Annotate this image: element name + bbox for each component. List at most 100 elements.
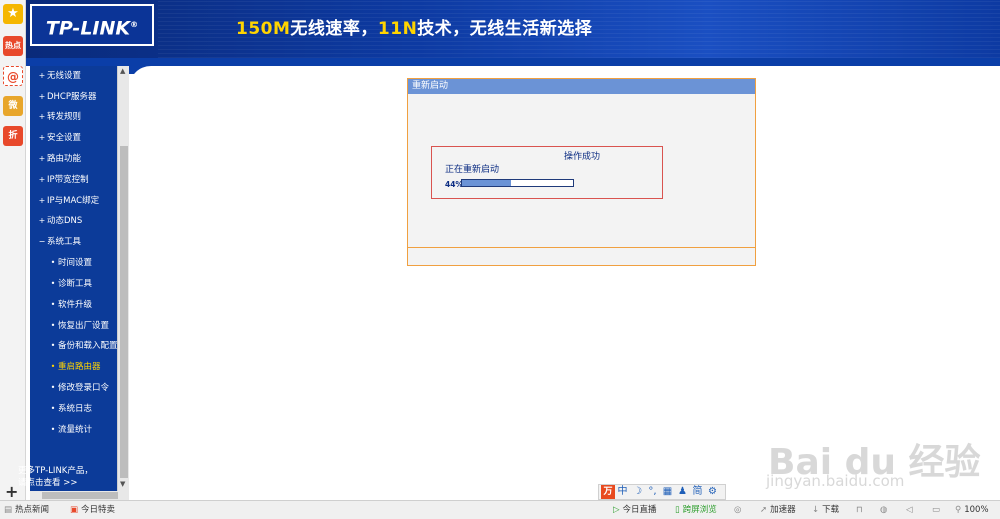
bullet-dot-icon: • — [50, 341, 56, 350]
header-banner: TP-LINK® 150M无线速率，11N技术，无线生活新选择 — [26, 0, 1000, 58]
bullet-dot-icon: • — [50, 321, 56, 330]
nav-item[interactable]: • 重启路由器 — [30, 358, 117, 376]
plus-icon: + — [38, 216, 46, 225]
hot-news-icon[interactable]: 热点 — [3, 36, 23, 56]
nav-item[interactable]: + 动态DNS — [30, 212, 117, 230]
nav-item-label: 流量统计 — [58, 425, 93, 435]
history-icon[interactable]: ◎ — [734, 501, 744, 519]
browser-sidebar: ★ 热点 @ 微 折 + — [0, 0, 26, 501]
hot-news-button[interactable]: ▤ 热点新闻 — [4, 501, 49, 519]
scroll-down-icon[interactable]: ▼ — [120, 480, 125, 488]
progress-fill — [462, 180, 511, 186]
play-icon: ▷ — [613, 505, 620, 515]
nav-horizontal-scrollbar[interactable] — [30, 491, 129, 500]
more-products-link[interactable]: 更多TP-LINK产品， 请点击查看 >> — [18, 465, 116, 489]
nav-item-label: DHCP服务器 — [47, 92, 97, 102]
ime-lang-toggle[interactable]: 中 — [615, 485, 630, 499]
phone-icon: ▯ — [675, 505, 680, 515]
split-view-icon[interactable]: ⊓ — [856, 501, 866, 519]
add-icon[interactable]: + — [5, 482, 18, 501]
scroll-up-icon[interactable]: ▲ — [120, 67, 125, 75]
nav-item-label: IP与MAC绑定 — [47, 196, 100, 206]
nav-item[interactable]: • 诊断工具 — [30, 275, 117, 293]
browser-status-bar: ▤ 热点新闻 ▣ 今日特卖 ▷ 今日直播 ▯ 跨屏浏览 ◎ ➚ 加速器 ↓ 下载 ⊓ ◍ ◁… — [0, 500, 1000, 519]
nav-item[interactable]: • 修改登录口令 — [30, 379, 117, 397]
gift-icon: ▣ — [70, 505, 79, 515]
baidu-watermark-url: jingyan.baidu.com — [766, 472, 905, 490]
panel-title: 重新启动 — [408, 79, 755, 94]
progress-bar — [461, 179, 574, 187]
nav-item-label: 系统工具 — [47, 237, 82, 247]
ime-punct-icon[interactable]: °, — [645, 485, 660, 499]
browser-mode-icon[interactable]: ◍ — [880, 501, 890, 519]
plus-icon: + — [38, 92, 46, 101]
bullet-dot-icon: • — [50, 404, 56, 413]
nav-item[interactable]: • 软件升级 — [30, 296, 117, 314]
bullet-dot-icon: • — [50, 258, 56, 267]
ime-keyboard-icon[interactable]: ▦ — [660, 485, 675, 499]
scroll-thumb[interactable] — [120, 146, 128, 478]
banner-slogan: 150M无线速率，11N技术，无线生活新选择 — [236, 19, 593, 39]
brand-logo: TP-LINK® — [30, 4, 154, 46]
rocket-icon: ➚ — [760, 505, 768, 515]
plus-icon: + — [38, 71, 46, 80]
nav-item[interactable]: + DHCP服务器 — [30, 88, 117, 106]
status-box: 操作成功 正在重新启动 44% — [431, 146, 663, 199]
nav-item-label: 时间设置 — [58, 258, 93, 268]
nav-item[interactable]: + 路由功能 — [30, 150, 117, 168]
ime-simplified-toggle[interactable]: 简 — [690, 485, 705, 499]
nav-item[interactable]: + 转发规则 — [30, 108, 117, 126]
panel-footer-divider — [408, 247, 755, 248]
cross-screen-button[interactable]: ▯ 跨屏浏览 — [675, 501, 717, 519]
nav-item-label: 恢复出厂设置 — [58, 321, 110, 331]
ime-settings-icon[interactable]: ⚙ — [705, 485, 720, 499]
nav-item[interactable]: • 恢复出厂设置 — [30, 317, 117, 335]
plus-icon: + — [38, 133, 46, 142]
download-button[interactable]: ↓ 下载 — [812, 501, 839, 519]
nav-item[interactable]: + IP与MAC绑定 — [30, 192, 117, 210]
nav-item-label: 诊断工具 — [58, 279, 93, 289]
download-icon: ↓ — [812, 505, 820, 515]
nav-item[interactable]: • 系统日志 — [30, 400, 117, 418]
live-button[interactable]: ▷ 今日直播 — [613, 501, 657, 519]
nav-item[interactable]: + IP带宽控制 — [30, 171, 117, 189]
nav-item-label: 系统日志 — [58, 404, 93, 414]
weibo-icon[interactable]: 微 — [3, 96, 23, 116]
bullet-dot-icon: • — [50, 300, 56, 309]
nav-item[interactable]: + 无线设置 — [30, 67, 117, 85]
ime-toolbar[interactable]: 万中 ☽ °, ▦ ♟ 简 ⚙ — [598, 484, 726, 500]
nav-item-label: 动态DNS — [47, 216, 83, 226]
plus-icon: + — [38, 112, 46, 121]
zoom-control[interactable]: ⚲ 100% — [955, 501, 989, 519]
bullet-dot-icon: • — [50, 425, 56, 434]
ime-moon-icon[interactable]: ☽ — [630, 485, 645, 499]
mail-icon[interactable]: @ — [3, 66, 23, 86]
nav-item-label: 软件升级 — [58, 300, 93, 310]
nav-item[interactable]: + 安全设置 — [30, 129, 117, 147]
notice-icon[interactable]: ▭ — [932, 501, 943, 519]
nav-item-label: 路由功能 — [47, 154, 82, 164]
plus-icon: + — [38, 196, 46, 205]
sound-icon[interactable]: ◁ — [906, 501, 916, 519]
ime-user-icon[interactable]: ♟ — [675, 485, 690, 499]
nav-item[interactable]: • 时间设置 — [30, 254, 117, 272]
nav-item-label: 重启路由器 — [58, 362, 101, 372]
nav-item[interactable]: • 流量统计 — [30, 421, 117, 439]
nav-item[interactable]: − 系统工具 — [30, 233, 117, 251]
nav-item-label: 安全设置 — [47, 133, 82, 143]
nav-item[interactable]: • 备份和载入配置 — [30, 337, 117, 355]
success-message: 操作成功 — [563, 152, 600, 162]
nav-item-label: 修改登录口令 — [58, 383, 110, 393]
settings-nav: + 无线设置 + DHCP服务器 + 转发规则 + 安全设置 + 路由功能 + IP带宽控制 + IP与M… — [30, 66, 117, 492]
favorites-icon[interactable]: ★ — [3, 4, 23, 24]
nav-item-label: 备份和载入配置 — [58, 341, 117, 351]
hscroll-thumb[interactable] — [42, 492, 118, 499]
accelerator-button[interactable]: ➚ 加速器 — [760, 501, 796, 519]
today-deals-button[interactable]: ▣ 今日特卖 — [70, 501, 115, 519]
ime-logo-icon[interactable]: 万 — [601, 485, 615, 499]
bullet-dot-icon: • — [50, 279, 56, 288]
discount-icon[interactable]: 折 — [3, 126, 23, 146]
nav-vertical-scrollbar[interactable]: ▲ ▼ — [117, 66, 129, 492]
bullet-dot-icon: • — [50, 362, 56, 371]
browser-window: ★ 热点 @ 微 折 + TP-LINK® 150M无线速率，11N技术，无线生… — [0, 0, 1000, 519]
